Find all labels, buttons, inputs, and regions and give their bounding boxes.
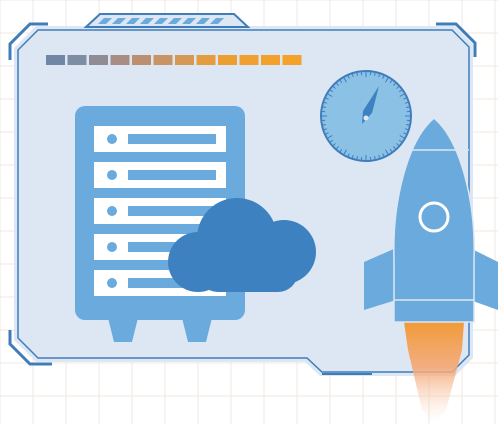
bar-segment <box>175 55 194 65</box>
bar-segment <box>218 55 237 65</box>
server-slot <box>94 162 226 188</box>
bar-segment <box>67 55 87 65</box>
bar-segment <box>261 55 280 65</box>
bar-segment <box>153 55 173 65</box>
tech-illustration <box>0 0 498 424</box>
bar-segment <box>239 55 259 65</box>
bar-segment <box>196 55 216 65</box>
server-slot <box>94 126 226 152</box>
bar-segment <box>46 55 65 65</box>
bar-segment <box>282 55 302 65</box>
bar-segment <box>89 55 108 65</box>
top-tab <box>83 13 251 28</box>
gauge-icon <box>320 70 412 162</box>
bar-segment <box>110 55 130 65</box>
bar-segment <box>132 55 151 65</box>
